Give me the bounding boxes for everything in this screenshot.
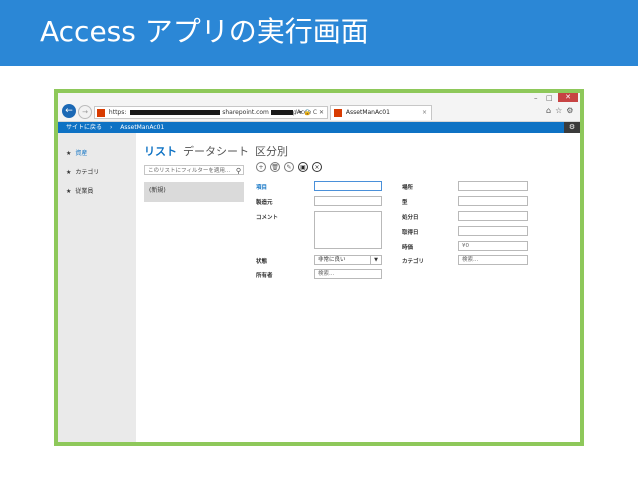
current-value-field[interactable]: ¥0 [458,241,528,251]
tab-close-icon[interactable]: × [422,106,427,120]
edit-icon[interactable]: ✎ [284,162,294,172]
owner-field[interactable]: 検索... [314,269,382,279]
category-field[interactable]: 検索... [458,255,528,265]
address-icons[interactable]: ρ ▾ 🔒 C ✕ [293,107,324,118]
browser-chrome: – □ ✕ ← → https: sharepoint.com /Acce ρ … [58,93,580,122]
address-bar[interactable]: https: sharepoint.com /Acce ρ ▾ 🔒 C ✕ [94,106,328,119]
back-button[interactable]: ← [62,104,76,118]
acquired-date-label: 処分日 [402,215,419,221]
location-label: 場所 [402,185,414,191]
gear-icon[interactable]: ⚙ [566,106,577,115]
slide-title: Access アプリの実行画面 [40,15,369,48]
star-icon: ★ [66,169,72,176]
condition-value: 非常に良い [318,257,346,263]
comment-field[interactable] [314,211,382,249]
view-tabs: リスト データシート 区分別 [144,143,294,159]
search-icon[interactable]: ⚲ [236,166,241,176]
window-close-button[interactable]: ✕ [558,93,578,102]
location-field[interactable] [458,181,528,191]
star-icon[interactable]: ☆ [555,106,566,115]
minimize-button[interactable]: – [534,94,538,102]
forward-button[interactable]: → [78,105,92,119]
browser-window: – □ ✕ ← → https: sharepoint.com /Acce ρ … [58,93,580,442]
tab-title: AssetManAc01 [345,109,390,116]
sidebar-item-label: 資産 [75,150,88,157]
acquired-date-field[interactable] [458,211,528,221]
restore-button[interactable]: □ [546,94,553,102]
star-icon: ★ [66,150,72,157]
office-icon [334,108,342,117]
url-prefix: https: [108,109,127,116]
forward-arrow-icon: → [82,108,88,116]
settings-gear-icon[interactable]: ⚙ [564,122,580,133]
slide-header: Access アプリの実行画面 [0,0,638,66]
category-placeholder: 検索... [462,257,479,263]
app-navbar: サイトに戻る › AssetManAc01 ⚙ [58,122,580,133]
sidebar-item-label: 従業員 [75,188,94,195]
add-icon[interactable]: + [256,162,266,172]
home-icon[interactable]: ⌂ [546,106,555,115]
sidebar-item-categories[interactable]: ★ カテゴリ [66,167,99,176]
back-to-site-link[interactable]: サイトに戻る [66,124,102,131]
owner-label: 所有者 [256,273,273,279]
sidebar-item-assets[interactable]: ★ 資産 [66,148,87,157]
current-value-value: ¥0 [462,243,469,249]
item-field[interactable] [314,181,382,191]
breadcrumb-separator: › [109,124,113,131]
browser-tab[interactable]: AssetManAc01 × [330,105,432,120]
app-name[interactable]: AssetManAc01 [120,124,164,131]
model-field[interactable] [458,196,528,206]
save-icon[interactable]: ▣ [298,162,308,172]
condition-label: 状態 [256,259,268,265]
tab-grouped[interactable]: 区分別 [255,145,288,158]
back-arrow-icon: ← [65,106,73,116]
office-icon [97,108,105,117]
tab-datasheet[interactable]: データシート [183,145,249,158]
retired-date-field[interactable] [458,226,528,236]
condition-select[interactable]: 非常に良い ▼ [314,255,382,265]
filter-input[interactable]: このリストにフィルターを適用... ⚲ [144,165,244,175]
filter-placeholder: このリストにフィルターを適用... [148,168,231,174]
chevron-down-icon: ▼ [370,256,381,264]
star-icon: ★ [66,188,72,195]
manufacturer-field[interactable] [314,196,382,206]
category-label: カテゴリ [402,259,425,265]
sidebar-item-label: カテゴリ [75,169,100,176]
list-item-label: (新規) [149,187,166,194]
cancel-icon[interactable]: × [312,162,322,172]
redacted-url [130,110,221,115]
redacted-url-path [270,110,293,115]
retired-date-label: 取得日 [402,230,419,236]
owner-placeholder: 検索... [318,271,335,277]
list-item[interactable]: (新規) [144,182,244,202]
manufacturer-label: 製造元 [256,200,273,206]
sidebar-item-employees[interactable]: ★ 従業員 [66,186,93,195]
left-navigation: ★ 資産 ★ カテゴリ ★ 従業員 [58,133,136,442]
comment-label: コメント [256,215,279,221]
url-domain: sharepoint.com [222,109,269,116]
item-label: 項目 [256,185,268,191]
current-value-label: 時価 [402,245,414,251]
browser-toolbar-icons: ⌂☆⚙ [546,106,577,115]
model-label: 型 [402,200,408,206]
delete-icon[interactable]: 🗑 [270,162,280,172]
tab-list[interactable]: リスト [144,145,177,158]
